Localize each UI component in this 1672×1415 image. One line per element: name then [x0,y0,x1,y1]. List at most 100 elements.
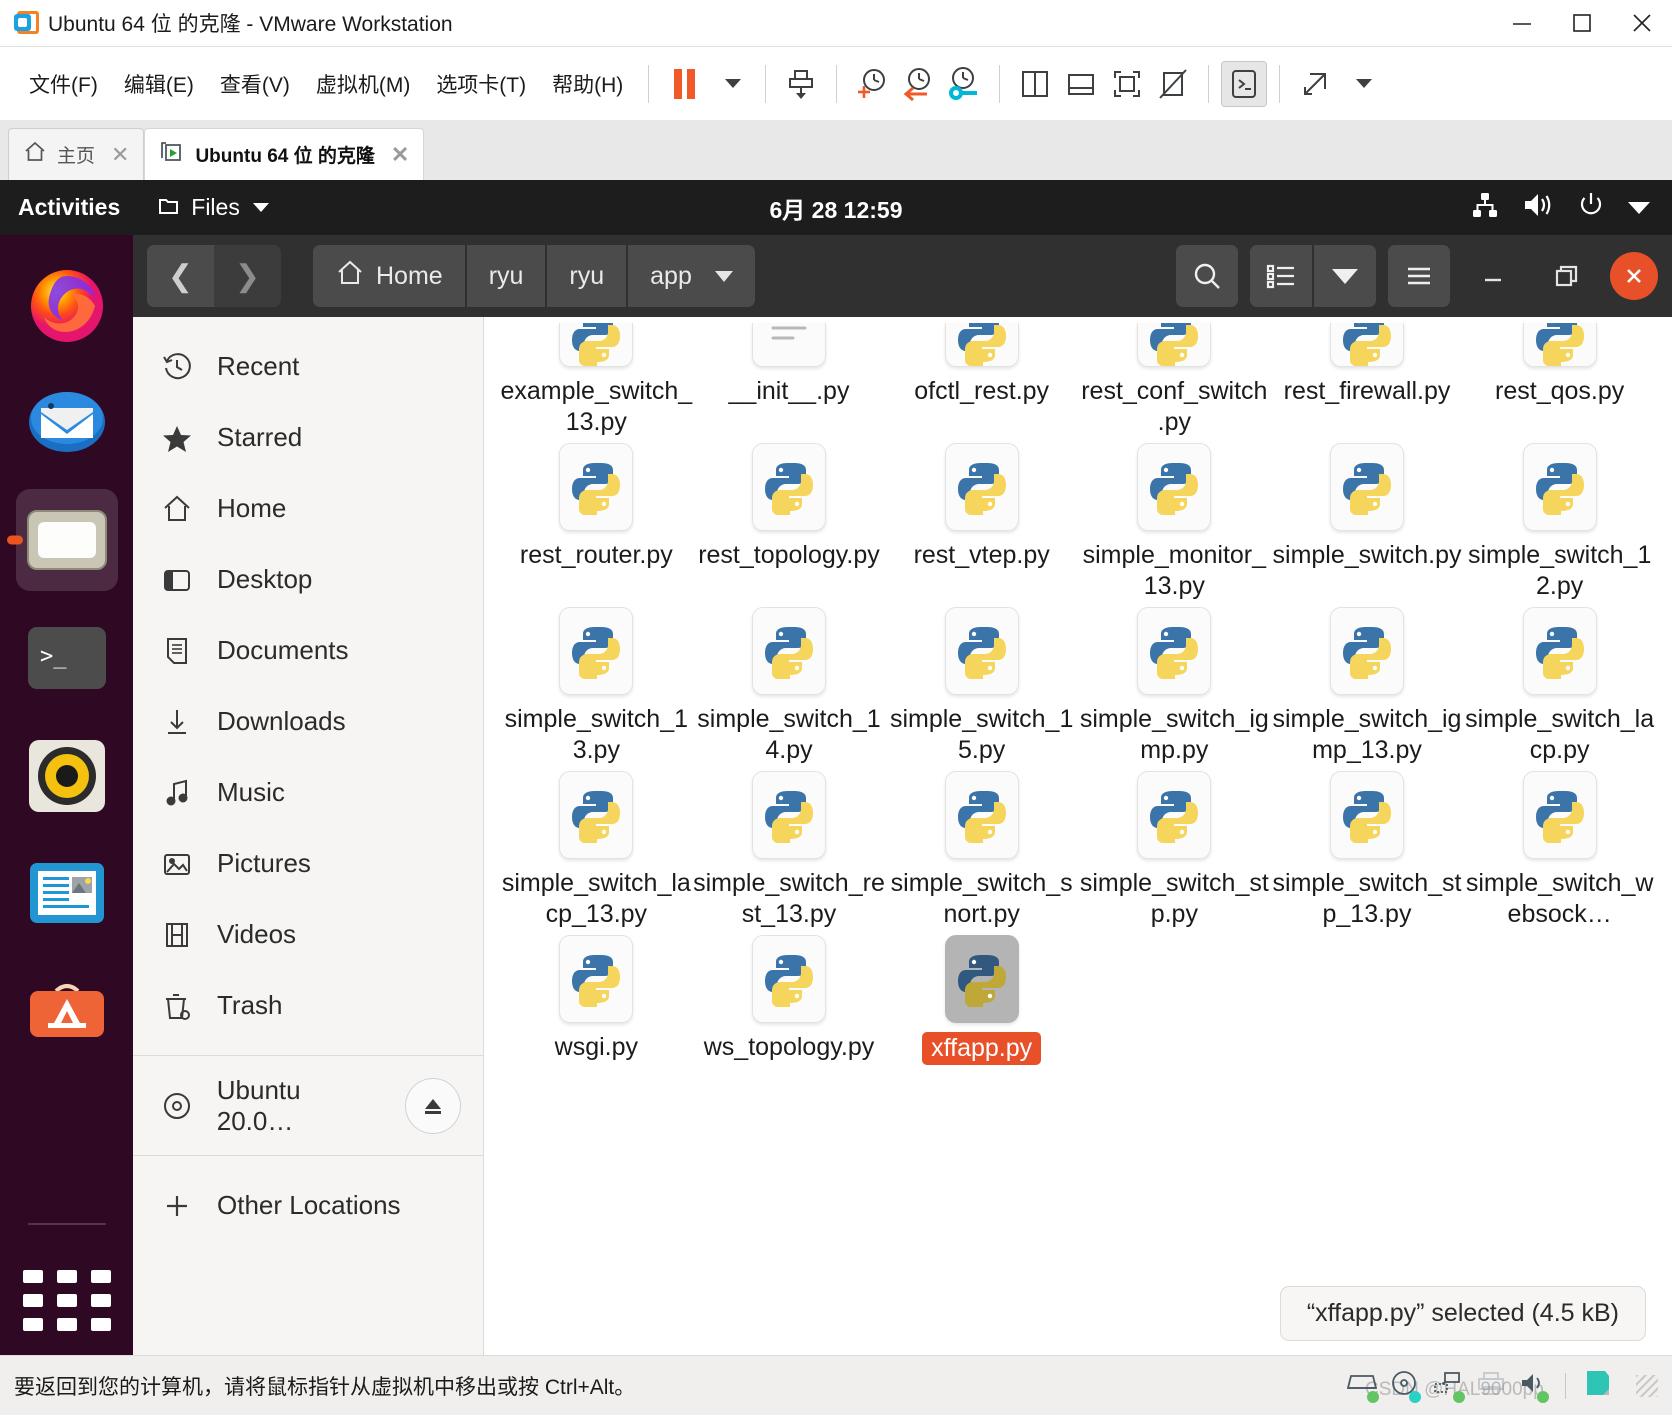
file-item[interactable]: rest_vtep.py [885,437,1078,601]
breadcrumb-app[interactable]: app [628,245,755,307]
power-icon[interactable] [1576,190,1606,226]
file-item[interactable]: rest_topology.py [693,437,886,601]
file-item[interactable]: rest_firewall.py [1271,317,1464,437]
file-item[interactable]: simple_switch_rest_13.py [693,765,886,929]
dock-item-firefox[interactable] [16,253,118,355]
file-item[interactable]: rest_router.py [500,437,693,601]
resize-grip[interactable] [1636,1374,1658,1397]
show-applications-icon[interactable] [22,1270,111,1331]
file-item[interactable]: simple_switch_websock… [1463,765,1656,929]
file-item[interactable]: simple_switch_stp_13.py [1271,765,1464,929]
tab-ubuntu-clone[interactable]: Ubuntu 64 位 的克隆 ✕ [144,128,425,180]
sidebar-item-documents[interactable]: Documents [133,615,483,686]
sidebar-item-music[interactable]: Music [133,757,483,828]
main-menu-button[interactable] [1388,245,1450,307]
forward-icon[interactable]: ❯ [214,245,281,307]
dock-item-thunderbird[interactable] [16,371,118,473]
breadcrumb-ryu-1[interactable]: ryu [466,245,546,307]
dock-item-files[interactable] [6,489,118,591]
file-item[interactable]: simple_monitor_13.py [1078,437,1271,601]
file-grid-area[interactable]: example_switch_13.py __init__.py ofctl_r… [484,317,1672,1355]
file-item[interactable]: simple_switch.py [1271,437,1464,601]
file-item[interactable]: rest_conf_switch.py [1078,317,1271,437]
menu-file[interactable]: 文件(F) [16,63,111,105]
sound-icon[interactable] [1519,1370,1549,1403]
dropdown-caret-icon[interactable] [707,61,753,107]
menu-view[interactable]: 查看(V) [207,63,303,105]
file-item[interactable]: simple_switch_igmp.py [1078,601,1271,765]
close-icon[interactable] [1612,0,1672,47]
sidebar-item-home[interactable]: Home [133,473,483,544]
file-item[interactable]: simple_switch_15.py [885,601,1078,765]
file-item[interactable]: rest_qos.py [1463,317,1656,437]
breadcrumb-home[interactable]: Home [313,245,465,307]
menu-vm[interactable]: 虚拟机(M) [303,63,423,105]
stretch-dropdown-caret-icon[interactable] [1338,61,1384,107]
file-item[interactable]: example_switch_13.py [500,317,693,437]
file-item[interactable]: simple_switch_stp.py [1078,765,1271,929]
file-item[interactable]: simple_switch_lacp_13.py [500,765,693,929]
terminal-icon[interactable] [1221,60,1268,107]
sidebar-item-videos[interactable]: Videos [133,899,483,970]
file-item[interactable]: simple_switch_13.py [500,601,693,765]
close-icon[interactable]: ✕ [391,142,409,168]
sidebar-item-other-locations[interactable]: Other Locations [133,1170,483,1241]
pause-icon[interactable] [661,61,707,107]
sidebar-item-ubuntu-disc[interactable]: Ubuntu 20.0… [133,1070,483,1141]
sidebar-item-trash[interactable]: Trash [133,970,483,1041]
eject-icon[interactable] [405,1077,461,1134]
sidebar-item-downloads[interactable]: Downloads [133,686,483,757]
menu-edit[interactable]: 编辑(E) [111,63,207,105]
activities-button[interactable]: Activities [0,194,142,221]
network-icon[interactable] [1433,1370,1465,1403]
file-item[interactable]: ofctl_rest.py [885,317,1078,437]
snapshot-take-icon[interactable] [849,61,895,107]
view-console-icon[interactable] [1058,61,1104,107]
stretch-icon[interactable] [1292,61,1338,107]
file-item[interactable]: xffapp.py [885,929,1078,1065]
sidebar-item-recent[interactable]: Recent [133,331,483,402]
search-button[interactable] [1176,245,1238,307]
app-menu-files[interactable]: Files [142,192,283,224]
window-close-button[interactable] [1610,252,1658,300]
file-item[interactable]: simple_switch_12.py [1463,437,1656,601]
harddisk-icon[interactable] [1346,1370,1379,1403]
menu-help[interactable]: 帮助(H) [539,63,636,105]
fullscreen-icon[interactable] [1104,61,1150,107]
sidebar-item-starred[interactable]: Starred [133,402,483,473]
file-item[interactable]: ws_topology.py [693,929,886,1065]
unity-mode-icon[interactable] [1150,61,1196,107]
snapshot-manager-icon[interactable] [941,61,987,107]
network-wired-icon[interactable] [1470,190,1500,226]
close-icon[interactable]: ✕ [111,142,129,168]
tab-home[interactable]: 主页 ✕ [8,128,145,180]
file-item[interactable]: wsgi.py [500,929,693,1065]
dock-item-rhythmbox[interactable] [16,725,118,827]
cdrom-icon[interactable] [1391,1370,1421,1403]
dock-item-libreoffice-writer[interactable] [16,843,118,945]
usb-icon[interactable] [1584,1369,1612,1402]
volume-icon[interactable] [1522,190,1554,226]
file-item[interactable]: simple_switch_igmp_13.py [1271,601,1464,765]
send-ctrl-alt-del-icon[interactable] [778,61,824,107]
printer-icon[interactable] [1477,1370,1505,1401]
maximize-icon[interactable] [1552,0,1612,47]
view-options-button[interactable] [1314,245,1376,307]
dock-item-terminal[interactable]: >_ [16,607,118,709]
window-restore-button[interactable] [1536,245,1598,307]
snapshot-revert-icon[interactable] [895,61,941,107]
back-icon[interactable]: ❮ [147,245,214,307]
menu-tabs[interactable]: 选项卡(T) [423,63,539,105]
chevron-down-icon[interactable] [1628,201,1650,214]
file-item[interactable]: simple_switch_14.py [693,601,886,765]
dock-item-software[interactable] [16,961,118,1063]
file-item[interactable]: simple_switch_lacp.py [1463,601,1656,765]
file-item[interactable]: __init__.py [693,317,886,437]
view-list-button[interactable] [1250,245,1312,307]
window-minimize-button[interactable] [1462,245,1524,307]
minimize-icon[interactable] [1492,0,1552,47]
sidebar-item-desktop[interactable]: Desktop [133,544,483,615]
sidebar-item-pictures[interactable]: Pictures [133,828,483,899]
view-sidebyside-icon[interactable] [1012,61,1058,107]
breadcrumb-ryu-2[interactable]: ryu [547,245,627,307]
